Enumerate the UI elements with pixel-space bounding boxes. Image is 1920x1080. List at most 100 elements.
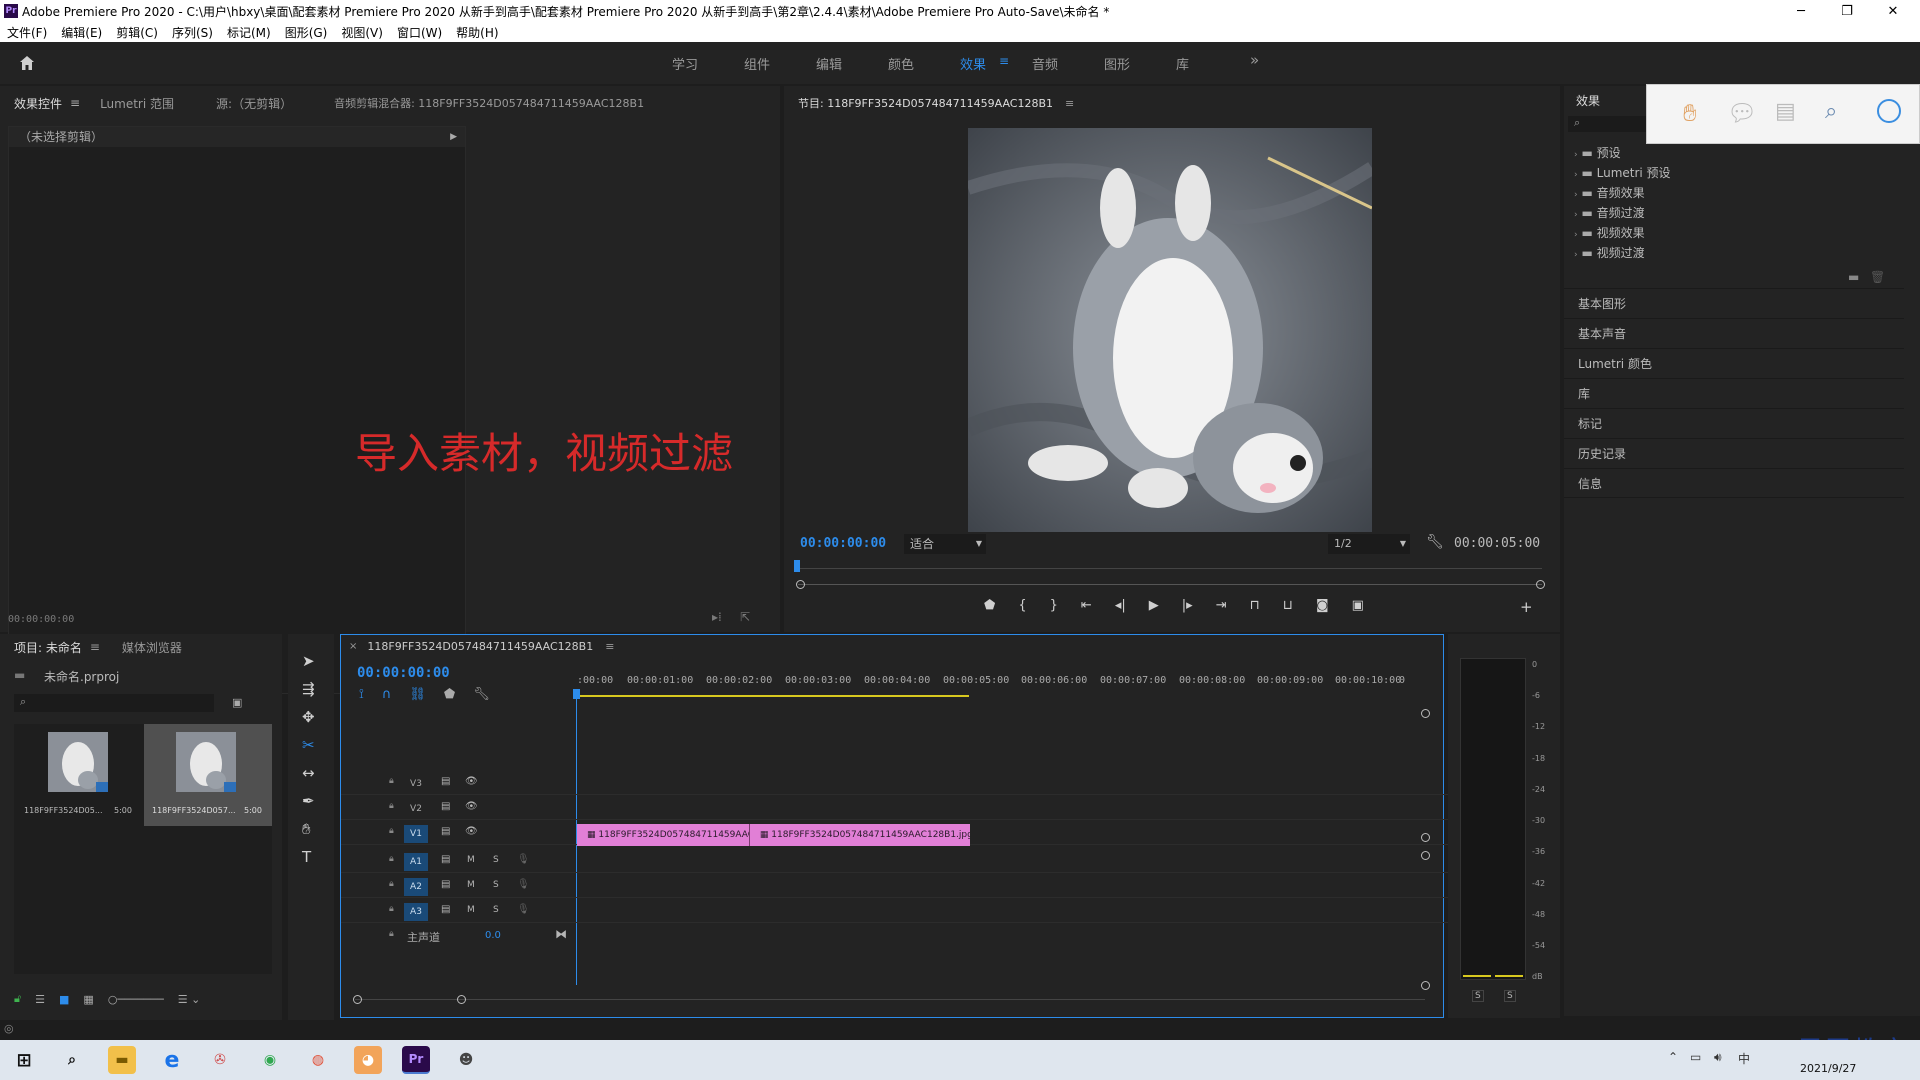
sequence-tab[interactable]: 118F9FF3524D057484711459AAC128B1 [367,640,593,653]
track-a3[interactable]: 🔒︎ A3 ▤ M S 🎙︎ [341,901,1471,923]
sync-lock-icon[interactable]: ▤ [441,826,450,837]
solo-right-button[interactable]: S [1504,990,1516,1002]
app-icon[interactable]: ◉ [256,1046,284,1074]
tab-audio-clip-mixer[interactable]: 音频剪辑混合器: 118F9FF3524D057484711459AAC128B… [334,95,644,111]
tab-effect-controls[interactable]: 效果控件 [14,95,62,112]
camera-icon[interactable]: ◙ [1316,598,1329,618]
microphone-icon[interactable]: 🎙︎ [517,854,530,865]
lock-icon[interactable]: 🔒︎ [389,776,394,786]
freeform-view-icon[interactable]: ▦ [83,993,93,1006]
project-item[interactable]: 118F9FF3524D05... 5:00 [14,724,142,826]
minimize-icon[interactable]: ─ [1778,0,1824,22]
timeline-timecode[interactable]: 00:00:00:00 [357,665,450,681]
resolution-select[interactable]: 1/2 ▼ [1328,534,1410,554]
menu-edit[interactable]: 编辑(E) [54,24,109,41]
lock-icon[interactable]: 🔓︎ [14,992,21,1006]
section-essential-sound[interactable]: 基本声音 [1564,318,1904,348]
zoom-select[interactable]: 适合 ▼ [904,534,986,554]
program-menu-icon[interactable]: ≡ [1065,97,1074,110]
mark-in-icon[interactable]: { [1018,598,1026,618]
track-label[interactable]: A1 [404,853,428,871]
program-time-ruler[interactable] [798,564,1542,574]
edge-icon[interactable]: e [158,1046,186,1074]
solo-left-button[interactable]: S [1472,990,1484,1002]
project-tab-menu-icon[interactable]: ≡ [90,640,100,654]
work-area-bar[interactable] [577,695,969,697]
add-marker-icon[interactable]: ⬟ [444,687,455,702]
sync-lock-icon[interactable]: ▤ [441,776,450,787]
delete-icon[interactable]: 🗑︎ [1870,270,1885,284]
sort-icon[interactable]: ☰ ⌄ [178,993,201,1006]
workspace-learn[interactable]: 学习 [672,54,698,73]
mute-button[interactable]: M [467,905,475,915]
workspace-menu-icon[interactable]: ≡ [999,54,1009,68]
zoom-slider[interactable]: ○─────── [108,993,164,1006]
tree-item-lumetri-presets[interactable]: › ▬ Lumetri 预设 [1574,164,1671,181]
workspace-audio[interactable]: 音频 [1032,54,1058,73]
circle-icon[interactable] [1877,99,1901,123]
app-icon[interactable]: ✇ [206,1046,234,1074]
file-explorer-icon[interactable]: ▬ [108,1046,136,1074]
hand-icon[interactable]: ✋︎ [1683,99,1697,127]
lock-icon[interactable]: 🔒︎ [389,904,394,914]
section-markers[interactable]: 标记 [1564,408,1904,438]
close-icon[interactable]: ✕ [1870,0,1916,22]
linked-selection-icon[interactable]: ⛓︎ [409,687,426,702]
scroll-handle-left[interactable] [353,995,362,1004]
eye-icon[interactable]: 👁︎ [465,801,478,812]
ripple-edit-tool-icon[interactable]: ✥ [302,708,315,726]
go-to-out-icon[interactable]: ⇥ [1216,598,1227,618]
slip-tool-icon[interactable]: ↔ [302,764,315,782]
document-icon[interactable]: ▤ [1775,99,1796,124]
workspace-color[interactable]: 颜色 [888,54,914,73]
timeline-horizontal-scrollbar[interactable] [355,999,1425,1000]
section-info[interactable]: 信息 [1564,468,1904,498]
sequence-menu-icon[interactable]: ≡ [605,640,614,653]
workspace-editing[interactable]: 编辑 [816,54,842,73]
compare-icon[interactable]: ▣ [1352,598,1364,618]
volume-icon[interactable]: 🔊︎ [1714,1050,1722,1065]
pen-tool-icon[interactable]: ✒︎ [302,792,315,810]
network-icon[interactable]: ▭ [1690,1050,1701,1064]
menu-view[interactable]: 视图(V) [334,24,390,41]
tree-item-audio-transitions[interactable]: › ▬ 音频过渡 [1574,204,1645,221]
menu-file[interactable]: 文件(F) [0,24,54,41]
zoom-handle-left[interactable] [796,580,805,589]
workspace-assembly[interactable]: 组件 [744,54,770,73]
add-button-icon[interactable]: + [1520,598,1533,616]
menu-marker[interactable]: 标记(M) [220,24,278,41]
app-icon[interactable]: ◕ [354,1046,382,1074]
add-marker-icon[interactable]: ⬟ [984,598,995,618]
mark-out-icon[interactable]: } [1050,598,1058,618]
menu-window[interactable]: 窗口(W) [390,24,449,41]
program-timecode[interactable]: 00:00:00:00 [800,536,886,551]
nest-icon[interactable]: ⟟ [359,687,364,702]
sync-lock-icon[interactable]: ▤ [441,904,450,915]
tab-menu-icon[interactable]: ≡ [70,96,80,110]
master-volume[interactable]: 0.0 [485,930,501,941]
lock-icon[interactable]: 🔒︎ [389,854,394,864]
workspace-effects[interactable]: 效果 [960,54,986,73]
section-history[interactable]: 历史记录 [1564,438,1904,468]
menu-help[interactable]: 帮助(H) [449,24,505,41]
sync-lock-icon[interactable]: ▤ [441,854,450,865]
selection-tool-icon[interactable]: ➤ [302,652,315,670]
expand-icon[interactable]: ⧓ [555,927,567,941]
microphone-icon[interactable]: 🎙︎ [517,879,530,890]
track-master[interactable]: 🔒︎ 主声道 0.0 ⧓ [341,926,1471,948]
snap-icon[interactable]: ∩ [382,687,392,702]
play-icon[interactable]: ▶ [1149,598,1159,618]
eye-icon[interactable]: 👁︎ [465,826,478,837]
microphone-icon[interactable]: 🎙︎ [517,904,530,915]
expand-arrow-icon[interactable]: ▶ [450,127,457,147]
menu-graphics[interactable]: 图形(G) [278,24,335,41]
track-a1[interactable]: 🔒︎ A1 ▤ M S 🎙︎ [341,851,1471,873]
tree-item-video-transitions[interactable]: › ▬ 视频过渡 [1574,244,1645,261]
solo-button[interactable]: S [493,880,499,890]
step-back-icon[interactable]: ◂| [1115,598,1126,618]
scroll-handle-right[interactable] [457,995,466,1004]
program-playhead[interactable] [794,560,800,572]
effects-panel-title[interactable]: 效果 [1576,92,1600,109]
more-workspaces-icon[interactable]: » [1250,51,1259,69]
menu-clip[interactable]: 剪辑(C) [109,24,165,41]
